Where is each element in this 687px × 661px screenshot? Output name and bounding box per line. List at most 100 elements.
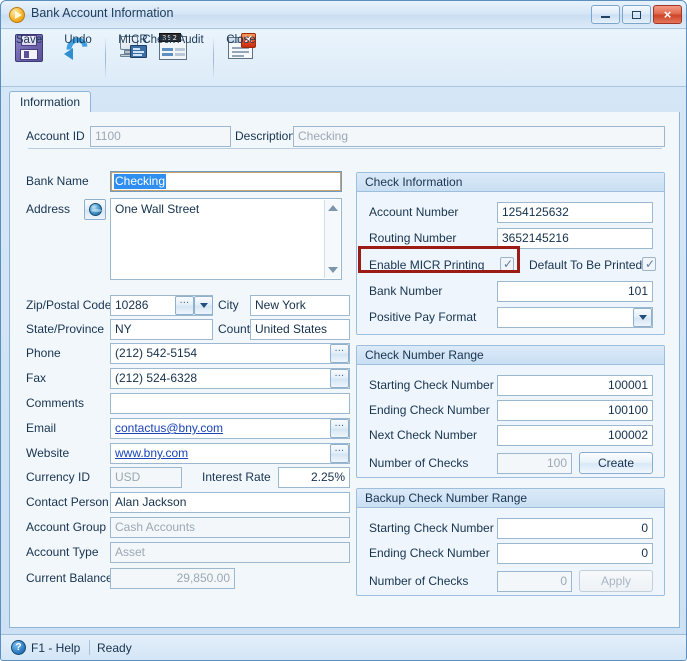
status-text: Ready	[97, 641, 132, 655]
toolbar-separator-2	[213, 37, 214, 79]
account-type-label: Account Type	[26, 545, 99, 559]
toolbar-separator	[105, 37, 106, 79]
bank-name-label: Bank Name	[26, 174, 89, 188]
next-check-number-label: Next Check Number	[369, 428, 478, 442]
default-printed-label: Default To Be Printed	[529, 258, 643, 272]
account-type-field[interactable]: Asset	[110, 542, 350, 563]
state-field[interactable]: NY	[110, 319, 213, 340]
zip-lookup-button[interactable]: ∙∙∙	[175, 296, 194, 315]
check-number-range-group: Check Number Range Starting Check Number…	[356, 345, 665, 478]
status-bar: ? F1 - Help Ready	[1, 634, 686, 660]
phone-field[interactable]: (212) 542-5154	[110, 343, 350, 364]
close-button[interactable]: ✕ Close	[219, 32, 263, 84]
check-information-group: Check Information Account Number 1254125…	[356, 172, 665, 335]
checkmark-icon: ✓	[503, 257, 514, 271]
help-text[interactable]: F1 - Help	[31, 641, 80, 655]
account-group-field[interactable]: Cash Accounts	[110, 517, 350, 538]
backup-ending-label: Ending Check Number	[369, 546, 490, 560]
backup-starting-field[interactable]: 0	[497, 518, 653, 539]
tab-strip: Information	[9, 91, 680, 113]
header-divider	[28, 148, 662, 149]
check-number-range-title: Check Number Range	[357, 346, 664, 365]
check-audit-button[interactable]: 392 Check Audit	[137, 32, 209, 84]
default-printed-checkbox[interactable]: ✓	[642, 257, 656, 271]
phone-lookup-button[interactable]: ∙∙∙	[330, 344, 349, 363]
save-button-label: Save	[15, 34, 43, 46]
backup-check-number-range-title: Backup Check Number Range	[357, 489, 664, 508]
email-label: Email	[26, 421, 57, 435]
description-label: Description	[235, 129, 296, 143]
close-icon: ×	[663, 7, 672, 22]
fax-label: Fax	[26, 371, 47, 385]
enable-micr-label: Enable MICR Printing	[369, 258, 485, 272]
check-audit-button-label: Check Audit	[142, 34, 204, 46]
current-balance-field: 29,850.00	[110, 568, 235, 589]
description-field[interactable]: Checking	[293, 126, 665, 147]
account-number-field[interactable]: 1254125632	[497, 202, 653, 223]
backup-starting-label: Starting Check Number	[369, 521, 494, 535]
backup-ending-field[interactable]: 0	[497, 543, 653, 564]
window-title: Bank Account Information	[31, 6, 174, 20]
zip-dropdown-button[interactable]	[194, 296, 213, 315]
email-lookup-button[interactable]: ∙∙∙	[330, 419, 349, 438]
close-window-button[interactable]: ×	[653, 5, 682, 24]
toolbar: Save Undo MICR 392 Check Audit ✕ Close	[1, 29, 686, 87]
contact-person-label: Contact Person	[26, 495, 109, 509]
account-id-label: Account ID	[26, 129, 85, 143]
check-information-title: Check Information	[357, 173, 664, 192]
contact-person-field[interactable]: Alan Jackson	[110, 492, 350, 513]
address-scrollbar[interactable]	[324, 200, 340, 278]
country-field[interactable]: United States	[250, 319, 350, 340]
undo-button[interactable]: Undo	[57, 32, 99, 84]
website-label: Website	[26, 446, 70, 460]
starting-check-number-label: Starting Check Number	[369, 378, 494, 392]
comments-field[interactable]	[110, 393, 350, 414]
routing-number-field[interactable]: 3652145216	[497, 228, 653, 249]
positive-pay-label: Positive Pay Format	[369, 310, 477, 324]
ending-check-number-field[interactable]: 100100	[497, 400, 653, 421]
scroll-down-icon[interactable]	[325, 262, 341, 278]
checkmark-icon-2: ✓	[645, 257, 656, 271]
close-button-label: Close	[226, 34, 256, 46]
status-separator	[89, 640, 90, 655]
positive-pay-dropdown-button[interactable]	[633, 308, 652, 327]
bank-account-information-window: Bank Account Information × Save Undo MIC…	[0, 0, 687, 661]
city-field[interactable]: New York	[250, 295, 350, 316]
interest-rate-label: Interest Rate	[202, 470, 271, 484]
email-field[interactable]: contactus@bny.com	[110, 418, 350, 439]
account-id-field[interactable]: 1100	[90, 126, 231, 147]
bank-number-field[interactable]: 101	[497, 281, 653, 302]
maximize-restore-button[interactable]	[622, 5, 651, 24]
website-lookup-button[interactable]: ∙∙∙	[330, 444, 349, 463]
enable-micr-checkbox[interactable]: ✓	[500, 257, 514, 271]
bank-name-field[interactable]: Checking	[110, 171, 342, 192]
positive-pay-field[interactable]	[497, 307, 653, 328]
apply-button[interactable]: Apply	[579, 570, 653, 592]
save-button[interactable]: Save	[9, 32, 49, 84]
interest-rate-field[interactable]: 2.25%	[278, 467, 350, 488]
routing-number-label: Routing Number	[369, 231, 457, 245]
fax-field[interactable]: (212) 524-6328	[110, 368, 350, 389]
starting-check-number-field[interactable]: 100001	[497, 375, 653, 396]
fax-lookup-button[interactable]: ∙∙∙	[330, 369, 349, 388]
state-label: State/Province	[26, 322, 105, 336]
address-lookup-button[interactable]	[84, 199, 106, 220]
title-bar: Bank Account Information ×	[1, 1, 686, 29]
backup-number-of-checks-label: Number of Checks	[369, 574, 469, 588]
number-of-checks-label: Number of Checks	[369, 456, 469, 470]
backup-check-number-range-group: Backup Check Number Range Starting Check…	[356, 488, 665, 596]
question-mark-icon[interactable]: ?	[11, 640, 26, 655]
tab-information[interactable]: Information	[9, 91, 92, 113]
minimize-button[interactable]	[591, 5, 620, 24]
comments-label: Comments	[26, 396, 85, 410]
create-button[interactable]: Create	[579, 452, 653, 474]
zip-label: Zip/Postal Code	[26, 298, 112, 312]
address-label: Address	[26, 202, 71, 216]
city-label: City	[218, 298, 239, 312]
scroll-up-icon[interactable]	[325, 200, 341, 216]
address-textarea[interactable]: One Wall Street	[110, 198, 342, 280]
account-group-label: Account Group	[26, 520, 107, 534]
website-field[interactable]: www.bny.com	[110, 443, 350, 464]
currency-field[interactable]: USD	[110, 467, 182, 488]
next-check-number-field[interactable]: 100002	[497, 425, 653, 446]
